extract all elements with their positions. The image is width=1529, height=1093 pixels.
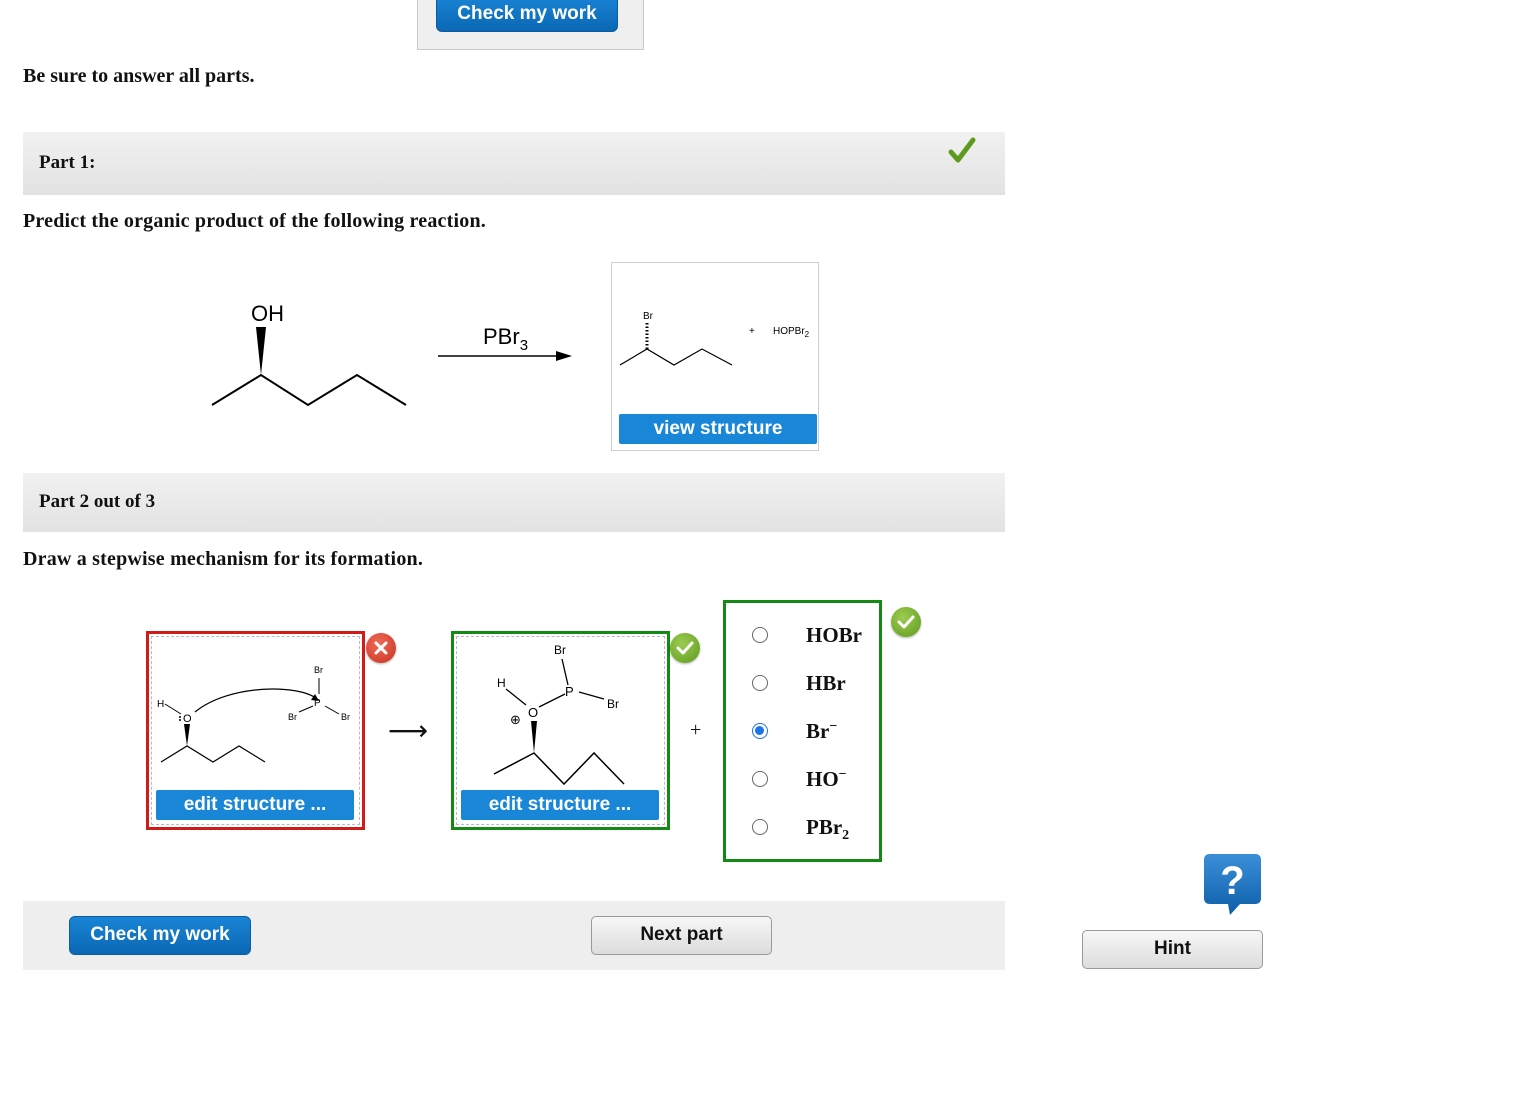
mechanism-plus: +: [690, 719, 702, 741]
option-pbr2-label: PBr2: [806, 815, 850, 843]
byproduct-options: HOBr HBr Br− HO− PBr2: [723, 600, 882, 862]
option-ho-minus-radio[interactable]: [752, 771, 768, 787]
svg-text:+: +: [749, 326, 755, 337]
svg-text:Br: Br: [554, 643, 566, 657]
mechanism-arrow: ⟶: [388, 714, 429, 747]
part1-header: Part 1:: [23, 132, 1005, 195]
option-br-minus-radio[interactable]: [752, 723, 768, 739]
option-hobr-label: HOBr: [806, 623, 862, 647]
product-structure: Br + HOPBr2: [619, 311, 810, 366]
reaction-arrow: PBr3: [438, 324, 572, 361]
part1-prompt: Predict the organic product of the follo…: [23, 210, 486, 232]
svg-text:P: P: [314, 698, 321, 709]
options-correct-icon: [891, 607, 921, 637]
option-br-minus[interactable]: Br−: [750, 715, 880, 749]
option-hbr-label: HBr: [806, 671, 846, 695]
step1-edit-structure-button[interactable]: edit structure ...: [156, 790, 354, 820]
option-hbr[interactable]: HBr: [750, 667, 880, 701]
option-ho-minus-label: HO−: [806, 767, 847, 791]
mechanism-step1-box: H O Br P Br Br edit structure ...: [146, 631, 365, 830]
svg-text:Br: Br: [288, 712, 297, 722]
part2-prompt: Draw a stepwise mechanism for its format…: [23, 548, 424, 570]
hint-button[interactable]: Hint: [1082, 930, 1263, 969]
step2-correct-icon: [670, 633, 700, 663]
reactant-oh-label: OH: [251, 301, 284, 326]
part2-title: Part 2 out of 3: [39, 491, 156, 512]
reagent-label: PBr3: [483, 324, 528, 354]
option-pbr2-radio[interactable]: [752, 819, 768, 835]
check-my-work-button[interactable]: Check my work: [69, 916, 251, 955]
svg-text:O: O: [528, 705, 538, 720]
step2-edit-structure-button[interactable]: edit structure ...: [461, 790, 659, 820]
option-pbr2[interactable]: PBr2: [750, 811, 880, 845]
part1-correct-check-icon: [948, 137, 976, 163]
view-structure-button[interactable]: view structure: [619, 414, 817, 444]
svg-text:Br: Br: [341, 712, 350, 722]
option-ho-minus[interactable]: HO−: [750, 763, 880, 797]
svg-text:H: H: [157, 699, 164, 710]
option-hobr[interactable]: HOBr: [750, 619, 880, 653]
svg-text:HOPBr2: HOPBr2: [773, 326, 810, 339]
part1-title: Part 1:: [39, 152, 96, 173]
option-hbr-radio[interactable]: [752, 675, 768, 691]
option-hobr-radio[interactable]: [752, 627, 768, 643]
product-answer-box: Br + HOPBr2 view structure: [611, 262, 819, 451]
top-check-my-work-button[interactable]: Check my work: [436, 0, 618, 32]
option-br-minus-label: Br−: [806, 719, 838, 743]
step2-structure: Br P Br O ⊕ H: [493, 643, 625, 786]
svg-text:H: H: [497, 676, 506, 690]
step1-structure: H O Br P Br Br: [157, 665, 350, 763]
next-part-button[interactable]: Next part: [591, 916, 772, 955]
instructions: Be sure to answer all parts.: [23, 65, 255, 87]
part2-header: Part 2 out of 3: [23, 473, 1005, 532]
svg-text:⊕: ⊕: [510, 713, 521, 728]
reactant-structure: OH: [211, 301, 407, 407]
mechanism-step2-box: Br P Br O ⊕ H edit structure ...: [451, 631, 670, 830]
help-question-icon[interactable]: ?: [1204, 854, 1261, 916]
step1-incorrect-icon: [366, 633, 396, 663]
svg-text:P: P: [565, 684, 574, 699]
svg-text:O: O: [183, 713, 192, 725]
svg-text:Br: Br: [607, 697, 619, 711]
svg-text:Br: Br: [643, 311, 654, 322]
svg-text:?: ?: [1220, 859, 1244, 903]
svg-text:Br: Br: [314, 665, 323, 675]
